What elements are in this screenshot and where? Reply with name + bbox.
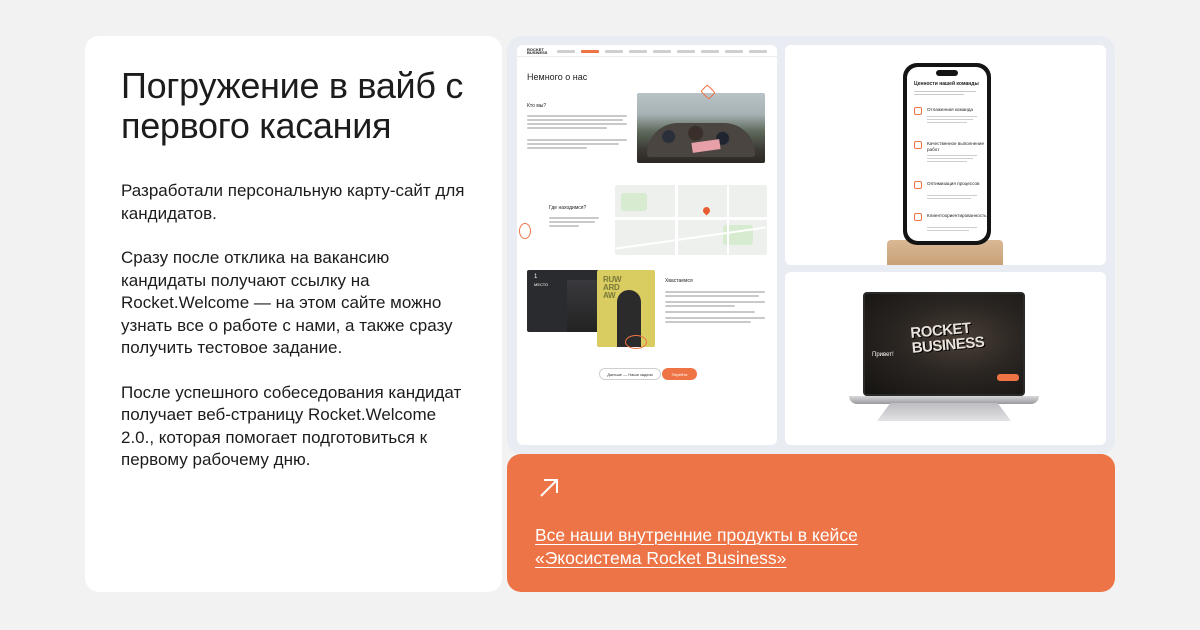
- ecosystem-case-link[interactable]: Все наши внутренние продукты в кейсе «Эк…: [535, 524, 935, 570]
- text-line: [549, 221, 595, 223]
- text-line: [665, 295, 759, 297]
- arrow-up-right-icon: [540, 479, 558, 497]
- quality-icon: [914, 141, 922, 149]
- laptop-screen: ROCKET BUSINESS Привет!: [863, 292, 1025, 396]
- site-title: Немного о нас: [527, 72, 588, 82]
- intro-paragraph: После успешного собеседования кандидат п…: [121, 382, 462, 470]
- laptop-cta: [997, 374, 1019, 381]
- nav-item: [725, 50, 743, 53]
- team-photo: [637, 93, 765, 163]
- nav-item: [605, 50, 623, 53]
- award-label: МЕСТО: [534, 282, 549, 287]
- phone-tile: Ценности нашей команды Отлаженная команд…: [785, 45, 1106, 265]
- text-line: [665, 317, 765, 319]
- nav-item: [557, 50, 575, 53]
- intro-card: Погружение в вайб с первого касания Разр…: [85, 36, 502, 592]
- text-line: [665, 321, 751, 323]
- value-label: Отлаженная команда: [927, 107, 973, 112]
- process-icon: [914, 181, 922, 189]
- nav-item: [653, 50, 671, 53]
- office-map: [615, 185, 767, 255]
- phone-title: Ценности нашей команды: [914, 81, 979, 87]
- nav-item: [629, 50, 647, 53]
- award-photo-2: RUW ARD AW: [597, 270, 655, 347]
- pin-doodle-icon: [519, 223, 531, 239]
- nav-item: [581, 50, 599, 53]
- site-nav: ROCKET BUSINESS: [517, 45, 777, 57]
- text-line: [665, 311, 755, 313]
- nav-item: [749, 50, 767, 53]
- text-line: [549, 225, 579, 227]
- nav-item: [677, 50, 695, 53]
- award-number: 1: [534, 274, 538, 280]
- map-pin-icon: [701, 205, 712, 216]
- text-line: [527, 127, 607, 129]
- team-icon: [914, 107, 922, 115]
- intro-paragraph: Разработали персональную карту-сайт для …: [121, 181, 465, 223]
- text-line: [527, 123, 627, 125]
- laptop-base: [849, 396, 1039, 404]
- phone-mockup: Ценности нашей команды Отлаженная команд…: [903, 63, 991, 245]
- text-line: [527, 115, 627, 117]
- text-line: [527, 143, 619, 145]
- text-line: [665, 301, 765, 303]
- laptop-tile: ROCKET BUSINESS Привет!: [785, 272, 1106, 445]
- value-label: Качественное выполнение работ: [927, 141, 984, 152]
- page-title: Погружение в вайб с первого касания: [121, 65, 464, 146]
- text-line: [665, 291, 765, 293]
- site-section-heading: Хвастаемся: [665, 278, 693, 284]
- nav-item: [701, 50, 719, 53]
- laptop-greeting: Привет!: [872, 352, 894, 358]
- hand-doodle-icon: [625, 335, 647, 349]
- value-label: Оптимизация процессов: [927, 181, 980, 186]
- site-logo: ROCKET BUSINESS: [527, 47, 548, 55]
- go-button[interactable]: Перейти: [662, 368, 697, 380]
- site-section-heading: Где находимся?: [549, 205, 587, 211]
- text-line: [549, 217, 599, 219]
- laptop-keyboard: [877, 403, 1011, 421]
- next-tasks-button[interactable]: Дальше — Наши задачи: [599, 368, 661, 380]
- site-section-heading: Кто мы?: [527, 103, 547, 109]
- intro-paragraph: Сразу после отклика на вакансию кандидат…: [121, 248, 453, 357]
- text-line: [527, 139, 627, 141]
- text-line: [665, 305, 735, 307]
- cta-block[interactable]: Все наши внутренние продукты в кейсе «Эк…: [507, 454, 1115, 592]
- text-line: [527, 119, 623, 121]
- value-label: Клиентоориентированность: [927, 213, 987, 218]
- website-screenshot: ROCKET BUSINESS Немного о нас Кто мы? Гд…: [517, 45, 777, 445]
- text-line: [527, 147, 587, 149]
- client-icon: [914, 213, 922, 221]
